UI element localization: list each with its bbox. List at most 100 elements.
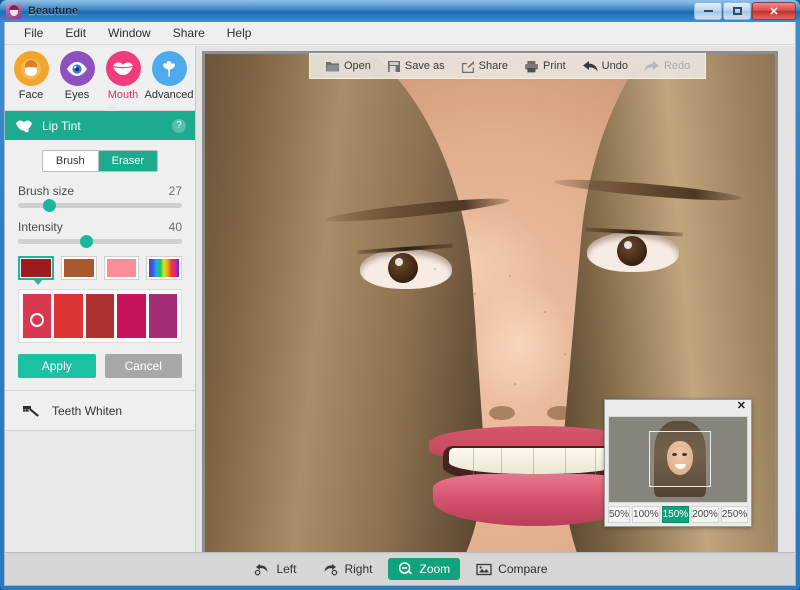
rotate-right-button[interactable]: Right bbox=[312, 558, 382, 580]
compare-image-icon bbox=[476, 563, 492, 576]
application-window: Beautune ✕ File Edit Window Share Help bbox=[0, 0, 800, 590]
palette-swatch-4[interactable] bbox=[117, 294, 145, 338]
close-icon: ✕ bbox=[769, 5, 778, 18]
client-area: File Edit Window Share Help bbox=[4, 22, 796, 586]
brush-mode-button[interactable]: Brush bbox=[43, 151, 99, 171]
maximize-icon bbox=[733, 7, 742, 15]
save-as-button[interactable]: Save as bbox=[380, 58, 452, 75]
undo-button[interactable]: Undo bbox=[575, 58, 635, 74]
open-button[interactable]: Open bbox=[318, 58, 378, 75]
cancel-button[interactable]: Cancel bbox=[105, 354, 183, 378]
category-advanced-label: Advanced bbox=[145, 89, 194, 101]
zoom-viewport-box[interactable] bbox=[649, 431, 711, 487]
color-mode-row bbox=[18, 256, 182, 280]
rotate-left-label: Left bbox=[276, 562, 296, 576]
portrait-teeth bbox=[449, 448, 625, 474]
palette-swatch-3[interactable] bbox=[86, 294, 114, 338]
category-bar: Face Eyes bbox=[5, 46, 195, 111]
canvas-area: Open Save as Share bbox=[196, 46, 796, 562]
palette-swatch-2[interactable] bbox=[54, 294, 82, 338]
intensity-slider-block: Intensity 40 bbox=[18, 220, 182, 244]
rotate-left-button[interactable]: Left bbox=[244, 558, 306, 580]
palette-swatch-1[interactable] bbox=[23, 294, 51, 338]
app-logo-icon bbox=[6, 3, 22, 19]
menu-item-window[interactable]: Window bbox=[97, 23, 162, 43]
share-icon bbox=[461, 60, 475, 73]
title-bar[interactable]: Beautune ✕ bbox=[0, 0, 800, 22]
menu-item-file[interactable]: File bbox=[13, 23, 54, 43]
redo-button[interactable]: Redo bbox=[637, 58, 697, 74]
redo-arrow-icon bbox=[644, 60, 660, 72]
color-mode-pink[interactable] bbox=[104, 256, 140, 280]
menu-item-share[interactable]: Share bbox=[162, 23, 216, 43]
intensity-label: Intensity bbox=[18, 220, 63, 234]
menu-item-help[interactable]: Help bbox=[216, 23, 263, 43]
menu-item-edit[interactable]: Edit bbox=[54, 23, 97, 43]
intensity-slider[interactable] bbox=[18, 239, 182, 244]
category-eyes[interactable]: Eyes bbox=[55, 51, 100, 101]
portrait-iris-left bbox=[388, 253, 418, 283]
lip-tint-panel-header[interactable]: Lip Tint ? bbox=[5, 111, 195, 140]
brush-size-value: 27 bbox=[169, 184, 182, 198]
save-as-button-label: Save as bbox=[405, 60, 445, 72]
zoom-level-buttons: 50% 100% 150% 200% 250% bbox=[608, 506, 748, 523]
teeth-whiten-row[interactable]: Teeth Whiten bbox=[5, 391, 195, 431]
selected-swatch-indicator-icon bbox=[30, 313, 44, 327]
intensity-value: 40 bbox=[169, 220, 182, 234]
zoom-popup-close-icon[interactable]: ✕ bbox=[737, 401, 746, 412]
zoom-level-200[interactable]: 200% bbox=[691, 506, 719, 523]
status-bar: Left Right Zoom Compare bbox=[5, 552, 796, 585]
eraser-mode-button[interactable]: Eraser bbox=[99, 151, 157, 171]
lip-tint-panel-body: Brush Eraser Brush size 27 bbox=[5, 140, 195, 391]
zoom-level-50[interactable]: 50% bbox=[608, 506, 630, 523]
print-button[interactable]: Print bbox=[517, 58, 573, 75]
maximize-button[interactable] bbox=[723, 2, 751, 20]
palette-swatch-5[interactable] bbox=[149, 294, 177, 338]
category-mouth[interactable]: Mouth bbox=[101, 51, 146, 101]
zoom-thumbnail[interactable] bbox=[608, 416, 748, 503]
undo-button-label: Undo bbox=[602, 60, 628, 72]
eye-icon bbox=[60, 51, 95, 86]
rotate-right-icon bbox=[322, 563, 338, 576]
folder-open-icon bbox=[325, 60, 340, 73]
redo-button-label: Redo bbox=[664, 60, 690, 72]
zoom-popup: ✕ 50% 100% bbox=[604, 399, 752, 527]
color-mode-rainbow[interactable] bbox=[146, 256, 182, 280]
minimize-button[interactable] bbox=[694, 2, 722, 20]
panel-title: Lip Tint bbox=[42, 119, 172, 133]
zoom-level-150[interactable]: 150% bbox=[662, 506, 690, 523]
apply-button[interactable]: Apply bbox=[18, 354, 96, 378]
intensity-slider-knob[interactable] bbox=[80, 235, 93, 248]
rotate-left-icon bbox=[254, 563, 270, 576]
color-mode-dark-red[interactable] bbox=[18, 256, 54, 280]
brush-size-slider[interactable] bbox=[18, 203, 182, 208]
color-mode-brown[interactable] bbox=[61, 256, 97, 280]
zoom-level-100[interactable]: 100% bbox=[632, 506, 660, 523]
photo-toolbar: Open Save as Share bbox=[309, 53, 706, 79]
zoom-level-250[interactable]: 250% bbox=[721, 506, 749, 523]
zoom-label: Zoom bbox=[419, 562, 450, 576]
close-button[interactable]: ✕ bbox=[752, 2, 796, 20]
sidebar: Face Eyes bbox=[5, 46, 196, 562]
undo-arrow-icon bbox=[582, 60, 598, 72]
category-face[interactable]: Face bbox=[9, 51, 54, 101]
tulip-icon bbox=[152, 51, 187, 86]
help-icon[interactable]: ? bbox=[172, 119, 186, 133]
teeth-whiten-label: Teeth Whiten bbox=[52, 404, 122, 418]
face-icon bbox=[14, 51, 49, 86]
minimize-icon bbox=[704, 10, 713, 12]
window-title: Beautune bbox=[28, 5, 78, 17]
share-button-label: Share bbox=[479, 60, 508, 72]
share-button[interactable]: Share bbox=[454, 58, 515, 75]
compare-button[interactable]: Compare bbox=[466, 558, 557, 580]
brush-size-label: Brush size bbox=[18, 184, 74, 198]
brush-size-slider-knob[interactable] bbox=[43, 199, 56, 212]
save-icon bbox=[387, 60, 401, 73]
main-split: Face Eyes bbox=[5, 46, 796, 562]
zoom-button[interactable]: Zoom bbox=[388, 558, 460, 580]
category-advanced[interactable]: Advanced bbox=[147, 51, 192, 101]
color-palette bbox=[18, 289, 182, 343]
printer-icon bbox=[524, 60, 539, 73]
brush-size-slider-block: Brush size 27 bbox=[18, 184, 182, 208]
lips-icon bbox=[106, 51, 141, 86]
